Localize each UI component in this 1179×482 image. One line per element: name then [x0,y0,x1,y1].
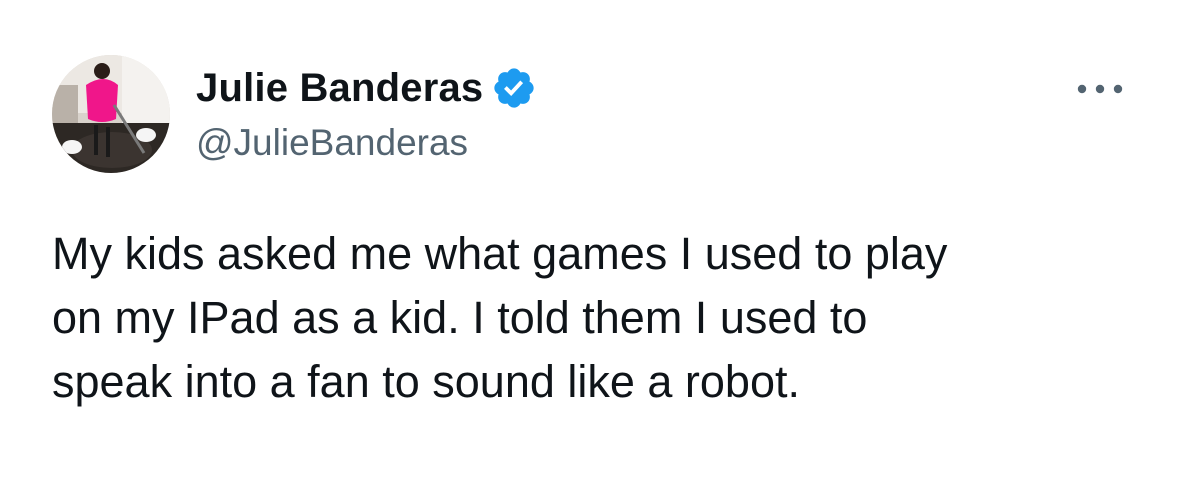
verified-badge-icon[interactable] [491,65,537,111]
profile-photo-avatar-icon [52,55,170,173]
author-name-row: Julie Banderas [196,60,537,116]
author-handle[interactable]: @JulieBanderas [196,122,468,164]
author-avatar[interactable] [52,55,170,173]
more-options-icon [1077,84,1123,94]
author-display-name[interactable]: Julie Banderas [196,66,483,111]
tweet-text: My kids asked me what games I used to pl… [52,228,948,407]
more-options-button[interactable] [1072,78,1128,100]
tweet-card: Julie Banderas @JulieBanderas My kids as… [0,0,1179,482]
